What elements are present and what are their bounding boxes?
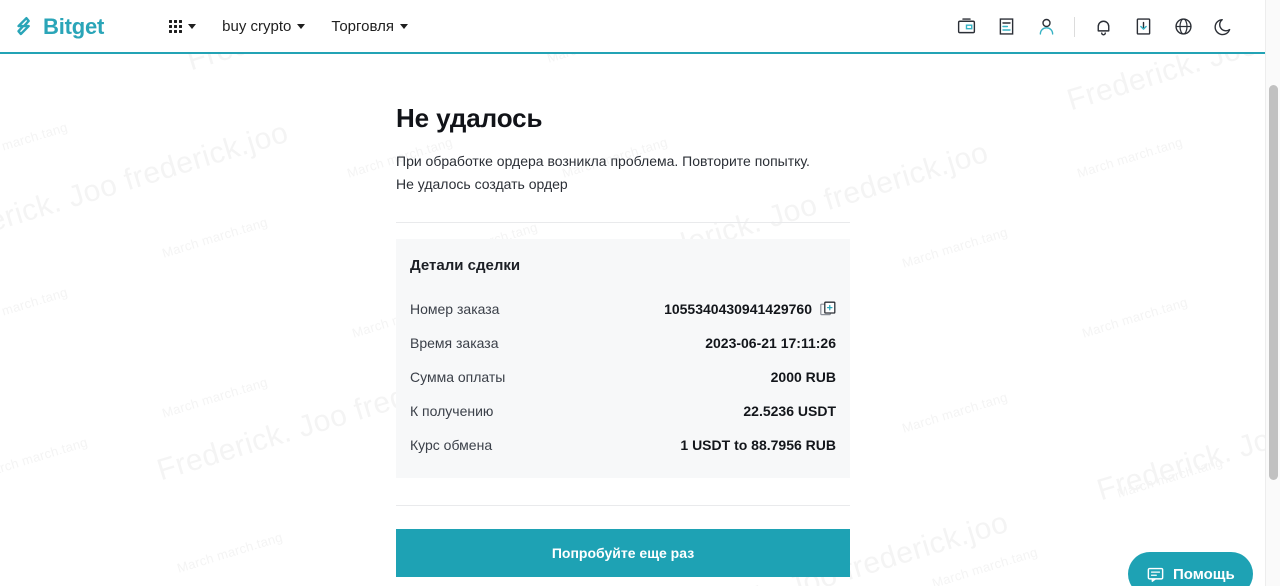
help-label: Помощь xyxy=(1173,565,1235,583)
error-message-line2: Не удалось создать ордер xyxy=(396,176,568,192)
chevron-down-icon xyxy=(400,24,409,29)
user-account-icon xyxy=(1039,18,1053,35)
table-row: Время заказа 2023-06-21 17:11:26 xyxy=(410,326,836,360)
main-content: Не удалось При обработке ордера возникла… xyxy=(0,53,1265,586)
apps-menu-button[interactable] xyxy=(156,14,209,39)
brand-text: Bitget xyxy=(43,13,105,39)
grid-apps-icon xyxy=(169,20,183,33)
scrollbar-thumb[interactable] xyxy=(1269,85,1278,480)
row-label: К получению xyxy=(410,403,494,419)
copy-icon[interactable] xyxy=(820,301,836,317)
row-value: 1055340430941429760 xyxy=(664,301,836,317)
header-divider xyxy=(1074,16,1075,37)
site-header: Bitget buy crypto Торговля xyxy=(0,0,1265,53)
row-label: Курс обмена xyxy=(410,437,493,453)
language-button[interactable] xyxy=(1163,7,1203,47)
row-value: 22.5236 USDT xyxy=(743,403,836,419)
nav-label: Торговля xyxy=(331,18,395,35)
table-row: Номер заказа 1055340430941429760 xyxy=(410,292,836,326)
nav-item-trading[interactable]: Торговля xyxy=(318,12,421,41)
retry-button[interactable]: Попробуйте еще раз xyxy=(396,529,850,577)
error-message-line1: При обработке ордера возникла проблема. … xyxy=(396,153,810,169)
wallet-icon xyxy=(957,18,975,34)
row-label: Номер заказа xyxy=(410,301,500,317)
wallet-button[interactable] xyxy=(946,7,986,47)
orders-icon xyxy=(999,18,1013,35)
nav-label: buy crypto xyxy=(222,18,292,35)
bitget-logo[interactable]: Bitget xyxy=(12,14,104,40)
table-row: К получению 22.5236 USDT xyxy=(410,394,836,428)
table-row: Курс обмена 1 USDT to 88.7956 RUB xyxy=(410,428,836,462)
row-value: 1 USDT to 88.7956 RUB xyxy=(680,437,836,453)
download-app-button[interactable] xyxy=(1123,7,1163,47)
notifications-bell-icon xyxy=(1097,20,1109,36)
header-accent-line xyxy=(0,52,1265,54)
header-actions xyxy=(946,7,1265,47)
details-heading: Детали сделки xyxy=(410,257,521,274)
row-value: 2023-06-21 17:11:26 xyxy=(705,335,836,351)
transaction-details-card: Детали сделки Номер заказа 1055340430941… xyxy=(396,239,850,478)
dark-mode-button[interactable] xyxy=(1203,7,1243,47)
order-number-value: 1055340430941429760 xyxy=(664,301,812,317)
account-button[interactable] xyxy=(1026,7,1066,47)
row-label: Сумма оплаты xyxy=(410,369,506,385)
chevron-down-icon xyxy=(188,24,197,29)
help-chat-widget[interactable]: Помощь xyxy=(1128,552,1253,586)
orders-button[interactable] xyxy=(986,7,1026,47)
row-value: 2000 RUB xyxy=(770,369,836,385)
order-result-panel: Не удалось При обработке ордера возникла… xyxy=(396,103,850,577)
notifications-button[interactable] xyxy=(1083,7,1123,47)
page-root: Frederick. Joo frederick.joo Frederick. … xyxy=(0,0,1280,586)
primary-nav: buy crypto Торговля xyxy=(156,12,421,41)
bitget-logo-icon xyxy=(17,16,30,35)
divider-bottom xyxy=(396,505,850,506)
language-globe-icon xyxy=(1174,18,1192,35)
dark-mode-moon-icon xyxy=(1213,18,1230,36)
page-scrollbar[interactable] xyxy=(1265,0,1280,586)
chat-help-icon xyxy=(1147,567,1164,582)
chevron-down-icon xyxy=(297,24,306,29)
nav-item-buy-crypto[interactable]: buy crypto xyxy=(209,12,318,41)
row-label: Время заказа xyxy=(410,335,499,351)
table-row: Сумма оплаты 2000 RUB xyxy=(410,360,836,394)
page-title: Не удалось xyxy=(396,103,543,133)
divider-top xyxy=(396,222,850,223)
download-app-icon xyxy=(1136,18,1150,35)
